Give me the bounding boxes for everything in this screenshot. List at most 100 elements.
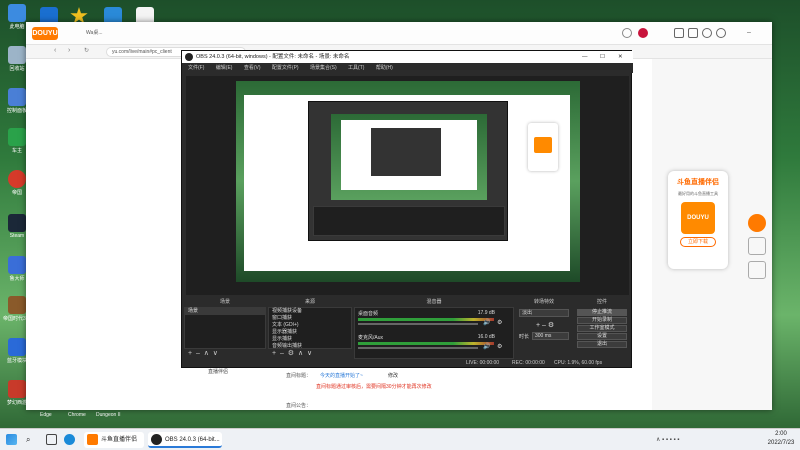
obs-logo-icon [185, 53, 193, 61]
promo-title: 斗鱼直播伴侣 [677, 179, 719, 186]
speaker-icon[interactable]: 🔊 [483, 319, 490, 326]
clock[interactable]: 2:00 2022/7/23 [764, 430, 798, 446]
settings-button[interactable]: 设置 [577, 333, 627, 340]
add-icon[interactable]: + [188, 350, 192, 357]
menu-edit[interactable]: 编辑(E) [216, 65, 233, 71]
volume-meter [358, 318, 494, 321]
promo-download-button[interactable]: 立即下载 [680, 237, 716, 247]
history-icon[interactable] [702, 28, 712, 38]
edge-icon[interactable] [64, 432, 78, 448]
help-icon[interactable] [716, 28, 726, 38]
add-icon[interactable]: + [272, 350, 276, 357]
source-item[interactable]: 视频捕获设备 [269, 308, 351, 315]
minimize-icon[interactable]: – [744, 28, 754, 38]
upload-icon[interactable] [674, 28, 684, 38]
camera-icon[interactable] [748, 261, 766, 279]
obs-icon [151, 433, 162, 445]
clock-date: 2022/7/23 [767, 440, 795, 446]
refresh-icon[interactable]: ↻ [84, 47, 89, 54]
menu-scene-collection[interactable]: 场景集合(S) [310, 65, 337, 71]
edge-label[interactable]: Edge [40, 412, 52, 418]
duration-input[interactable]: 300 ms [532, 332, 569, 340]
gear-icon[interactable]: ⚙ [548, 322, 554, 329]
remove-icon[interactable]: – [280, 350, 284, 357]
scene-item[interactable]: 场景 [185, 308, 265, 315]
taskbar-app-douyu[interactable]: 斗鱼直播伴侣 [84, 432, 144, 448]
transition-select[interactable]: 淡出 [519, 309, 569, 317]
taskbar-app-obs[interactable]: OBS 24.0.3 (64-bit... [148, 432, 222, 448]
source-item[interactable]: 文本 (GDI+) [269, 322, 351, 329]
gear-icon[interactable]: ⚙ [497, 319, 502, 326]
menu-view[interactable]: 查看(V) [244, 65, 261, 71]
captured-browser [244, 95, 570, 271]
volume-slider[interactable] [358, 347, 478, 349]
studio-mode-button[interactable]: 工作室模式 [577, 325, 627, 332]
system-tray[interactable]: ∧ ▪ ▪ ▪ ▪ ▪ [656, 432, 679, 448]
menu-profile[interactable]: 配置文件(P) [272, 65, 299, 71]
exit-button[interactable]: 退出 [577, 341, 627, 348]
nested-promo [528, 123, 558, 171]
app-icon [8, 256, 26, 274]
source-list[interactable]: 视频捕获设备 窗口捕获 文本 (GDI+) 显示器捕获 显示捕获 音频输出捕获 [268, 307, 352, 349]
home-icon[interactable] [748, 237, 766, 255]
forward-icon[interactable]: › [68, 47, 70, 54]
mixer-track-db: 16.0 dB [477, 334, 495, 340]
play-icon[interactable] [748, 214, 766, 232]
douyu-icon [87, 433, 98, 445]
up-arrow-icon[interactable]: ∧ [298, 350, 303, 357]
dungeon-label[interactable]: Dungeon II [96, 412, 120, 418]
source-item[interactable]: 窗口捕获 [269, 315, 351, 322]
minimize-button[interactable]: — [582, 51, 588, 63]
mixer-header: 混音器 [426, 299, 442, 305]
down-arrow-icon[interactable]: ∨ [307, 350, 312, 357]
stop-streaming-button[interactable]: 停止推流 [577, 309, 627, 316]
controls-header: 控件 [596, 299, 607, 305]
clock-icon[interactable] [622, 28, 632, 38]
scene-toolbar: + – ∧ ∨ [188, 349, 218, 359]
source-item[interactable]: 显示器捕获 [269, 329, 351, 336]
browser-tab[interactable]: Wa桌... [86, 28, 166, 39]
shirt-icon[interactable] [688, 28, 698, 38]
scenes-panel: 场景 场景 + – ∧ ∨ [184, 297, 266, 359]
menu-tools[interactable]: 工具(T) [348, 65, 364, 71]
mixer-track-name: 麦克风/Aux [358, 335, 384, 341]
promo-logo: DOUYU [681, 202, 715, 234]
menu-file[interactable]: 文件(F) [188, 65, 204, 71]
transitions-header: 转场特效 [533, 299, 554, 305]
nested-obs-capture [308, 101, 508, 241]
add-icon[interactable]: + [536, 322, 540, 329]
start-button[interactable] [6, 432, 20, 448]
task-view-icon[interactable] [46, 432, 60, 448]
avatar[interactable] [638, 28, 648, 38]
promo-subtitle: 最好用的斗鱼直播工具 [678, 191, 718, 196]
remove-icon[interactable]: – [196, 350, 200, 357]
source-item[interactable]: 显示捕获 [269, 336, 351, 343]
chrome-label[interactable]: Chrome [68, 412, 86, 418]
scene-list[interactable]: 场景 [184, 307, 266, 349]
close-button[interactable]: ✕ [618, 51, 623, 63]
edit-title-link[interactable]: 修改 [388, 372, 398, 379]
browser-right-sidebar: 斗鱼直播伴侣 最好用的斗鱼直播工具 DOUYU 立即下载 [652, 59, 772, 410]
sources-header: 来源 [304, 299, 315, 305]
down-arrow-icon[interactable]: ∨ [213, 350, 218, 357]
speaker-icon[interactable]: 🔊 [483, 343, 490, 350]
back-icon[interactable]: ‹ [54, 47, 56, 54]
maximize-button[interactable]: ☐ [600, 51, 605, 63]
taskbar-app-label: OBS 24.0.3 (64-bit... [165, 437, 220, 443]
gear-icon[interactable]: ⚙ [288, 350, 294, 357]
steam-icon [8, 214, 26, 232]
taskbar-app-label: 斗鱼直播伴侣 [101, 437, 138, 443]
tab-stream-companion[interactable]: 直播伴侣 [208, 368, 228, 375]
menu-help[interactable]: 帮助(H) [376, 65, 393, 71]
nested-preview [331, 114, 487, 200]
gear-icon[interactable]: ⚙ [497, 343, 502, 350]
obs-preview[interactable] [186, 76, 629, 295]
start-recording-button[interactable]: 开始录制 [577, 317, 627, 324]
search-icon[interactable]: ⌕ [26, 432, 30, 448]
remove-icon[interactable]: – [542, 322, 546, 329]
scenes-header: 场景 [219, 299, 230, 305]
up-arrow-icon[interactable]: ∧ [204, 350, 209, 357]
stream-title-link[interactable]: 今天的直播开始了~ [320, 372, 363, 379]
volume-slider[interactable] [358, 323, 478, 325]
windows-icon [6, 433, 17, 445]
